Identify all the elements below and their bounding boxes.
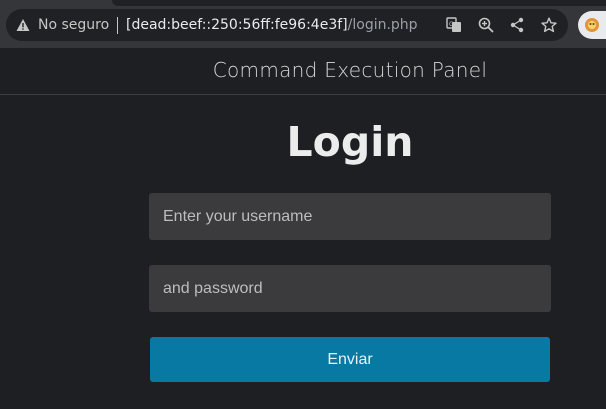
login-title: Login bbox=[286, 118, 414, 166]
url-path: /login.php bbox=[347, 17, 418, 33]
header-divider bbox=[0, 94, 606, 95]
svg-text:G: G bbox=[449, 21, 454, 28]
password-input[interactable] bbox=[149, 265, 551, 312]
extension-button[interactable] bbox=[578, 11, 606, 39]
warning-icon[interactable] bbox=[16, 18, 30, 32]
extension-icon bbox=[585, 18, 599, 32]
share-icon[interactable] bbox=[509, 17, 525, 33]
panel-title: Command Execution Panel bbox=[212, 58, 488, 82]
bookmark-star-icon[interactable] bbox=[541, 17, 557, 33]
tab-strip bbox=[112, 0, 606, 6]
url-text[interactable]: [dead:beef::250:56ff:fe96:4e3f]/login.ph… bbox=[126, 16, 418, 34]
browser-toolbar: No seguro [dead:beef::250:56ff:fe96:4e3f… bbox=[0, 0, 606, 48]
security-label[interactable]: No seguro bbox=[38, 16, 109, 34]
username-input[interactable] bbox=[149, 193, 551, 240]
translate-icon[interactable]: G bbox=[446, 17, 462, 33]
zoom-icon[interactable] bbox=[478, 17, 494, 33]
submit-button[interactable]: Enviar bbox=[150, 337, 550, 382]
address-separator bbox=[117, 17, 118, 34]
page-content: Command Execution Panel Login Enviar bbox=[0, 48, 606, 409]
url-host: [dead:beef::250:56ff:fe96:4e3f] bbox=[126, 17, 348, 33]
address-bar[interactable]: No seguro [dead:beef::250:56ff:fe96:4e3f… bbox=[6, 9, 568, 41]
